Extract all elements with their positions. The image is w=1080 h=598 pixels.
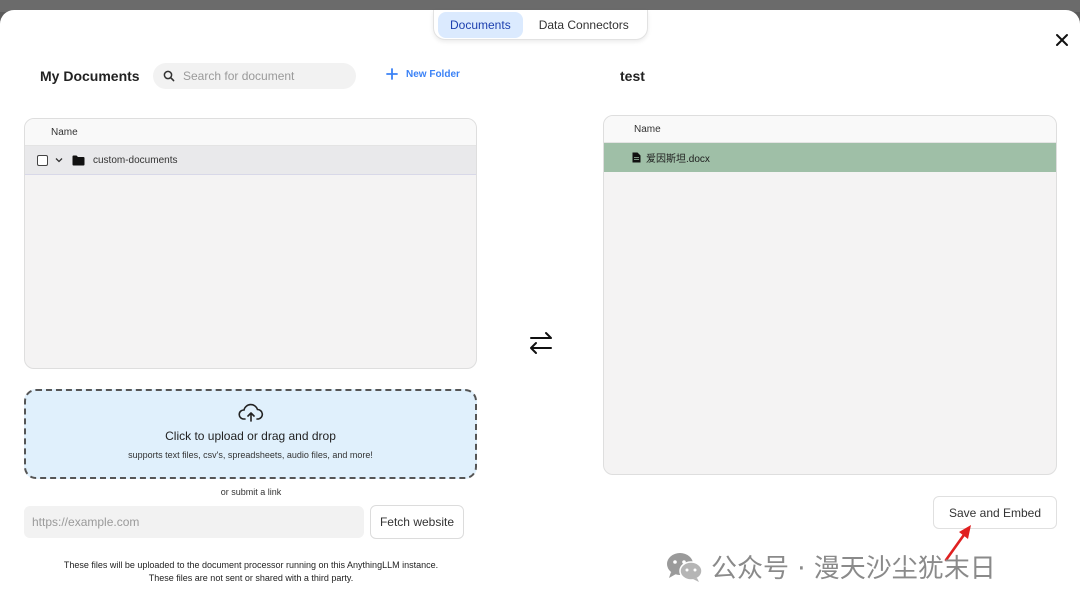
new-folder-label: New Folder (406, 68, 460, 80)
chevron-down-icon[interactable] (54, 155, 64, 165)
plus-icon (386, 68, 398, 80)
footnote-line-2: These files are not sent or shared with … (148, 573, 354, 583)
or-submit-link-text: or submit a link (220, 487, 282, 497)
swap-arrows-icon[interactable] (526, 328, 556, 358)
footnote-line-1: These files will be uploaded to the docu… (63, 560, 439, 570)
close-button[interactable] (1052, 30, 1072, 50)
watermark-text: 公众号 · 漫天沙尘犹末日 (711, 554, 996, 584)
tab-data-connectors[interactable]: Data Connectors (527, 12, 641, 38)
cloud-upload-icon (237, 403, 263, 422)
folder-row[interactable]: custom-documents (25, 146, 476, 175)
file-name: 爱因斯坦.docx (646, 154, 710, 165)
watermark: 公众号 · 漫天沙尘犹末日 (665, 548, 996, 585)
folder-checkbox[interactable] (37, 154, 48, 166)
upload-sub-text: supports text files, csv's, spreadsheets… (128, 450, 373, 460)
new-folder-button[interactable]: New Folder (386, 68, 460, 80)
search-input[interactable] (183, 69, 343, 83)
name-column-header: Name (604, 116, 1056, 143)
workspace-documents-panel: Name 爱因斯坦.docx (603, 115, 1057, 475)
name-column-header: Name (25, 119, 476, 146)
document-manager-modal: Documents Data Connectors My Documents N… (0, 10, 1080, 598)
search-icon (163, 70, 175, 82)
my-documents-title: My Documents (40, 68, 140, 84)
folder-icon (72, 155, 85, 165)
file-row[interactable]: 爱因斯坦.docx (604, 143, 1056, 172)
tab-bar: Documents Data Connectors (433, 10, 648, 40)
file-icon (632, 152, 641, 163)
workspace-title: test (620, 68, 645, 84)
fetch-website-button[interactable]: Fetch website (370, 505, 464, 539)
close-icon (1056, 34, 1068, 46)
link-url-input[interactable] (24, 506, 364, 538)
wechat-logo-icon (667, 552, 703, 582)
tab-documents[interactable]: Documents (438, 11, 523, 38)
upload-main-text: Click to upload or drag and drop (165, 429, 336, 443)
document-search[interactable] (153, 63, 356, 89)
my-documents-panel: Name custom-documents (24, 118, 477, 369)
upload-footnote: These files will be uploaded to the docu… (0, 559, 502, 585)
upload-dropzone[interactable]: Click to upload or drag and drop support… (24, 389, 477, 479)
folder-name: custom-documents (93, 154, 178, 166)
